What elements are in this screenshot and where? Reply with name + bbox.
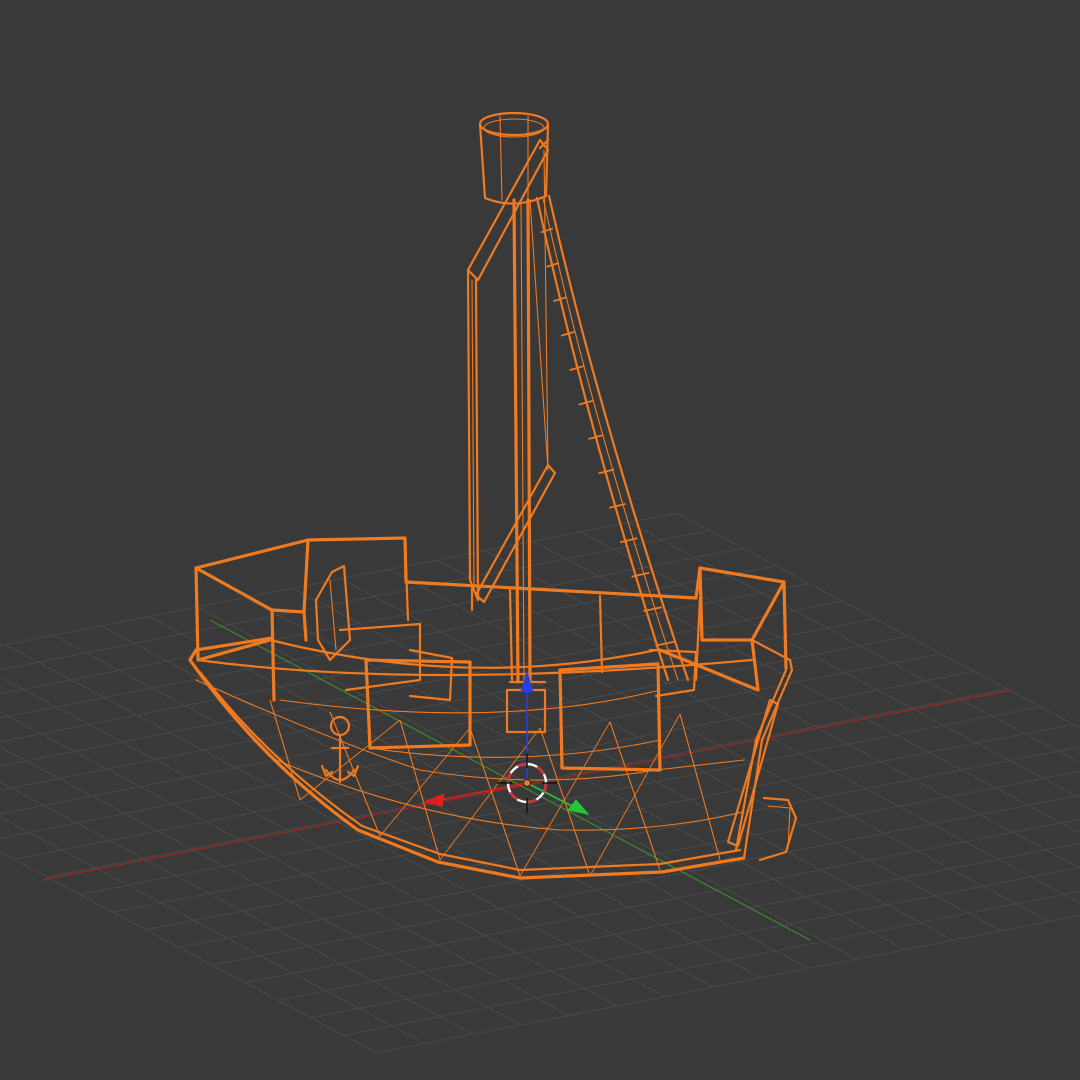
grid-line [244,818,1080,984]
ladder-rung [619,537,638,544]
hull-edge [439,727,541,861]
hull-rib [399,719,441,861]
grid-line [0,746,522,1026]
grid-line [376,914,1080,1054]
grid-line [178,770,1080,948]
3d-viewport[interactable] [0,0,1080,1080]
hull-rib [269,699,301,801]
ship-mesh[interactable] [188,111,798,880]
grid-line [0,635,909,815]
viewport-canvas[interactable] [0,0,1080,1080]
grid-line [277,842,1080,1001]
mast[interactable] [505,198,547,734]
grid-line [211,794,1080,966]
grid-line [0,676,618,1007]
rope-ladder[interactable] [535,194,690,682]
hull-edge [519,721,611,877]
sail[interactable] [466,138,557,604]
grid-line [0,816,426,1045]
hull-rib [679,713,721,861]
crows-nest[interactable] [478,111,550,205]
hull-rib [469,727,521,877]
3d-cursor-icon[interactable] [497,753,557,813]
